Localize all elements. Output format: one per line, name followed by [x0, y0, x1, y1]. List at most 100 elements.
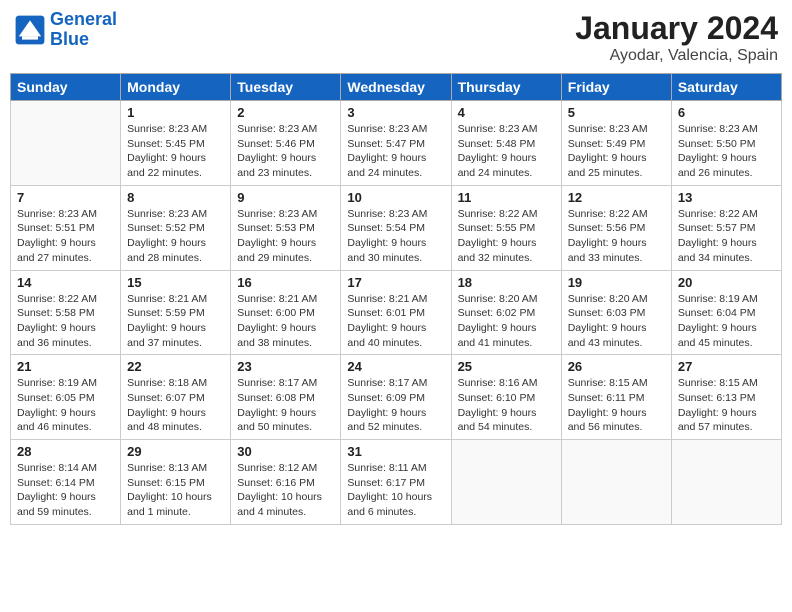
logo-text: General Blue [50, 10, 117, 50]
calendar-cell: 5 Sunrise: 8:23 AMSunset: 5:49 PMDaylight… [561, 101, 671, 186]
day-info: Sunrise: 8:22 AMSunset: 5:58 PMDaylight:… [17, 292, 114, 351]
day-info: Sunrise: 8:20 AMSunset: 6:03 PMDaylight:… [568, 292, 665, 351]
day-info: Sunrise: 8:19 AMSunset: 6:04 PMDaylight:… [678, 292, 775, 351]
calendar-subtitle: Ayodar, Valencia, Spain [575, 47, 778, 65]
day-number: 17 [347, 275, 444, 290]
day-info: Sunrise: 8:17 AMSunset: 6:08 PMDaylight:… [237, 376, 334, 435]
day-number: 5 [568, 105, 665, 120]
day-info: Sunrise: 8:21 AMSunset: 6:01 PMDaylight:… [347, 292, 444, 351]
day-info: Sunrise: 8:23 AMSunset: 5:53 PMDaylight:… [237, 207, 334, 266]
day-info: Sunrise: 8:22 AMSunset: 5:56 PMDaylight:… [568, 207, 665, 266]
calendar-cell: 7 Sunrise: 8:23 AMSunset: 5:51 PMDaylight… [11, 185, 121, 270]
day-number: 1 [127, 105, 224, 120]
day-info: Sunrise: 8:19 AMSunset: 6:05 PMDaylight:… [17, 376, 114, 435]
calendar-week-row: 21 Sunrise: 8:19 AMSunset: 6:05 PMDayligh… [11, 355, 782, 440]
calendar-cell: 20 Sunrise: 8:19 AMSunset: 6:04 PMDayligh… [671, 270, 781, 355]
day-info: Sunrise: 8:22 AMSunset: 5:57 PMDaylight:… [678, 207, 775, 266]
calendar-cell: 4 Sunrise: 8:23 AMSunset: 5:48 PMDaylight… [451, 101, 561, 186]
day-number: 28 [17, 444, 114, 459]
calendar-cell: 12 Sunrise: 8:22 AMSunset: 5:56 PMDayligh… [561, 185, 671, 270]
day-info: Sunrise: 8:14 AMSunset: 6:14 PMDaylight:… [17, 461, 114, 520]
calendar-cell: 8Sunrise: 8:23 AMSunset: 5:52 PMDaylight… [121, 185, 231, 270]
day-number: 20 [678, 275, 775, 290]
calendar-cell: 16 Sunrise: 8:21 AMSunset: 6:00 PMDayligh… [231, 270, 341, 355]
day-number: 29 [127, 444, 224, 459]
calendar-cell: 10 Sunrise: 8:23 AMSunset: 5:54 PMDayligh… [341, 185, 451, 270]
day-info: Sunrise: 8:15 AMSunset: 6:13 PMDaylight:… [678, 376, 775, 435]
weekday-header: Wednesday [341, 74, 451, 101]
day-number: 2 [237, 105, 334, 120]
day-info: Sunrise: 8:17 AMSunset: 6:09 PMDaylight:… [347, 376, 444, 435]
calendar-cell: 25 Sunrise: 8:16 AMSunset: 6:10 PMDayligh… [451, 355, 561, 440]
calendar-cell: 18Sunrise: 8:20 AMSunset: 6:02 PMDayligh… [451, 270, 561, 355]
calendar-cell: 31 Sunrise: 8:11 AMSunset: 6:17 PMDayligh… [341, 440, 451, 525]
day-info: Sunrise: 8:23 AMSunset: 5:52 PMDaylight:… [127, 207, 224, 266]
day-number: 7 [17, 190, 114, 205]
calendar-cell: 26 Sunrise: 8:15 AMSunset: 6:11 PMDayligh… [561, 355, 671, 440]
day-info: Sunrise: 8:23 AMSunset: 5:50 PMDaylight:… [678, 122, 775, 181]
day-info: Sunrise: 8:23 AMSunset: 5:54 PMDaylight:… [347, 207, 444, 266]
day-number: 4 [458, 105, 555, 120]
day-number: 9 [237, 190, 334, 205]
day-number: 10 [347, 190, 444, 205]
calendar-cell [561, 440, 671, 525]
weekday-header: Thursday [451, 74, 561, 101]
page-header: General Blue January 2024 Ayodar, Valenc… [10, 10, 782, 65]
day-info: Sunrise: 8:23 AMSunset: 5:49 PMDaylight:… [568, 122, 665, 181]
calendar-cell [11, 101, 121, 186]
calendar-cell: 19 Sunrise: 8:20 AMSunset: 6:03 PMDayligh… [561, 270, 671, 355]
day-info: Sunrise: 8:23 AMSunset: 5:45 PMDaylight:… [127, 122, 224, 181]
day-number: 21 [17, 359, 114, 374]
day-number: 22 [127, 359, 224, 374]
logo-icon [14, 14, 46, 46]
calendar-week-row: 14 Sunrise: 8:22 AMSunset: 5:58 PMDayligh… [11, 270, 782, 355]
day-number: 25 [458, 359, 555, 374]
day-info: Sunrise: 8:15 AMSunset: 6:11 PMDaylight:… [568, 376, 665, 435]
calendar-title: January 2024 [575, 10, 778, 47]
calendar-cell: 22Sunrise: 8:18 AMSunset: 6:07 PMDayligh… [121, 355, 231, 440]
weekday-header: Tuesday [231, 74, 341, 101]
calendar-cell: 24 Sunrise: 8:17 AMSunset: 6:09 PMDayligh… [341, 355, 451, 440]
calendar-cell: 17 Sunrise: 8:21 AMSunset: 6:01 PMDayligh… [341, 270, 451, 355]
day-info: Sunrise: 8:11 AMSunset: 6:17 PMDaylight:… [347, 461, 444, 520]
day-number: 16 [237, 275, 334, 290]
day-info: Sunrise: 8:13 AMSunset: 6:15 PMDaylight:… [127, 461, 224, 520]
calendar-table: SundayMondayTuesdayWednesdayThursdayFrid… [10, 73, 782, 525]
calendar-cell [451, 440, 561, 525]
calendar-cell: 1 Sunrise: 8:23 AMSunset: 5:45 PMDaylight… [121, 101, 231, 186]
day-info: Sunrise: 8:21 AMSunset: 6:00 PMDaylight:… [237, 292, 334, 351]
day-number: 26 [568, 359, 665, 374]
calendar-cell: 11 Sunrise: 8:22 AMSunset: 5:55 PMDayligh… [451, 185, 561, 270]
day-number: 14 [17, 275, 114, 290]
weekday-header: Friday [561, 74, 671, 101]
day-number: 23 [237, 359, 334, 374]
calendar-cell: 15Sunrise: 8:21 AMSunset: 5:59 PMDayligh… [121, 270, 231, 355]
calendar-cell: 2Sunrise: 8:23 AMSunset: 5:46 PMDaylight… [231, 101, 341, 186]
day-info: Sunrise: 8:22 AMSunset: 5:55 PMDaylight:… [458, 207, 555, 266]
day-info: Sunrise: 8:23 AMSunset: 5:51 PMDaylight:… [17, 207, 114, 266]
day-number: 11 [458, 190, 555, 205]
day-number: 24 [347, 359, 444, 374]
calendar-cell: 28 Sunrise: 8:14 AMSunset: 6:14 PMDayligh… [11, 440, 121, 525]
day-info: Sunrise: 8:16 AMSunset: 6:10 PMDaylight:… [458, 376, 555, 435]
calendar-cell: 29 Sunrise: 8:13 AMSunset: 6:15 PMDayligh… [121, 440, 231, 525]
calendar-week-row: 1 Sunrise: 8:23 AMSunset: 5:45 PMDaylight… [11, 101, 782, 186]
calendar-cell: 13 Sunrise: 8:22 AMSunset: 5:57 PMDayligh… [671, 185, 781, 270]
day-number: 13 [678, 190, 775, 205]
calendar-cell: 9 Sunrise: 8:23 AMSunset: 5:53 PMDaylight… [231, 185, 341, 270]
day-number: 12 [568, 190, 665, 205]
day-number: 30 [237, 444, 334, 459]
day-number: 15 [127, 275, 224, 290]
day-number: 18 [458, 275, 555, 290]
calendar-cell: 3Sunrise: 8:23 AMSunset: 5:47 PMDaylight… [341, 101, 451, 186]
day-number: 27 [678, 359, 775, 374]
day-number: 19 [568, 275, 665, 290]
day-number: 6 [678, 105, 775, 120]
weekday-header: Saturday [671, 74, 781, 101]
calendar-cell: 30 Sunrise: 8:12 AMSunset: 6:16 PMDayligh… [231, 440, 341, 525]
day-number: 31 [347, 444, 444, 459]
calendar-week-row: 28 Sunrise: 8:14 AMSunset: 6:14 PMDayligh… [11, 440, 782, 525]
day-info: Sunrise: 8:12 AMSunset: 6:16 PMDaylight:… [237, 461, 334, 520]
calendar-cell: 21 Sunrise: 8:19 AMSunset: 6:05 PMDayligh… [11, 355, 121, 440]
day-info: Sunrise: 8:23 AMSunset: 5:48 PMDaylight:… [458, 122, 555, 181]
